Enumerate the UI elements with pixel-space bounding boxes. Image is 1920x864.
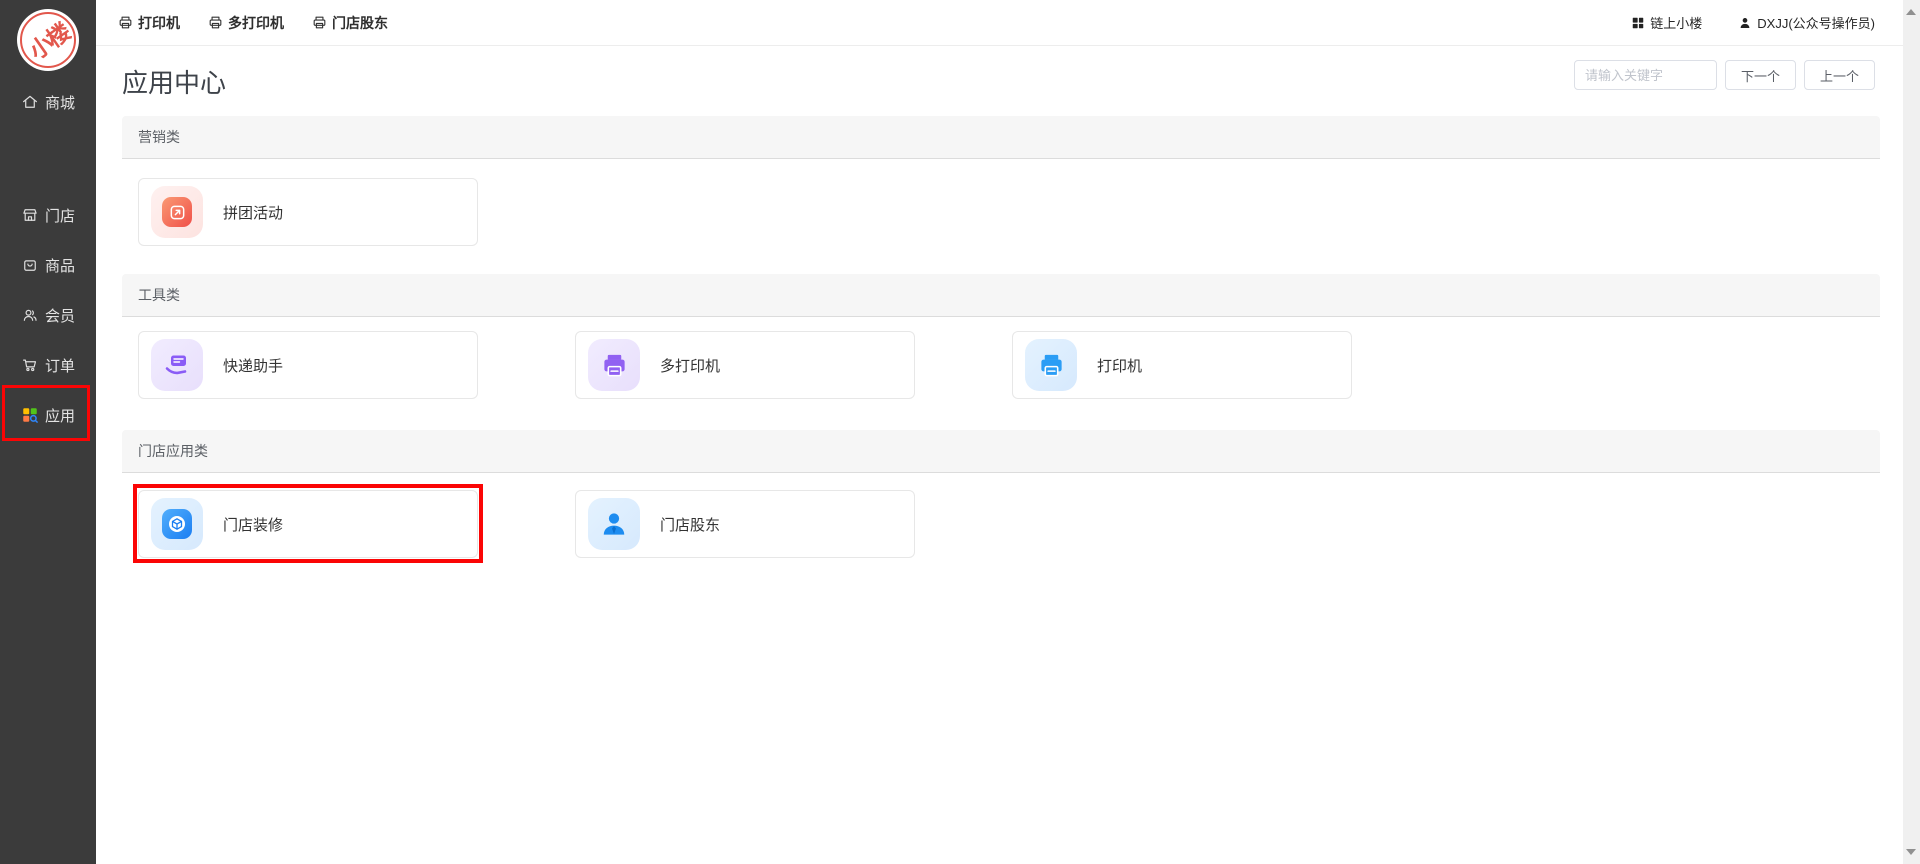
apps-grid-icon [21, 406, 39, 424]
store-icon [21, 206, 39, 224]
app-card-store-shareholder[interactable]: 门店股东 [575, 490, 915, 558]
sidebar: 小楼 商城 门店 商品 [0, 0, 96, 864]
sidebar-item-label: 会员 [45, 305, 75, 326]
app-card-label: 多打印机 [660, 355, 720, 376]
vertical-scrollbar[interactable] [1903, 0, 1920, 864]
user-menu[interactable]: DXJJ(公众号操作员) [1738, 13, 1875, 32]
sidebar-item-members[interactable]: 会员 [0, 290, 96, 340]
app-card-group-buy[interactable]: 拼团活动 [138, 178, 478, 246]
search-input[interactable] [1574, 60, 1717, 90]
prev-button[interactable]: 上一个 [1804, 60, 1875, 90]
sidebar-item-goods[interactable]: 商品 [0, 240, 96, 290]
card-row: 门店装修 门店股东 [138, 490, 1903, 558]
workspace-switcher[interactable]: 链上小楼 [1631, 13, 1702, 32]
printer-app-icon [1025, 339, 1077, 391]
app-card-label: 门店股东 [660, 514, 720, 535]
printer-icon [118, 15, 133, 30]
sidebar-item-label: 门店 [45, 205, 75, 226]
members-icon [21, 306, 39, 324]
home-icon [21, 93, 39, 111]
scroll-down-arrow-icon[interactable] [1906, 849, 1916, 855]
app-card-express-helper[interactable]: 快递助手 [138, 331, 478, 399]
printer-icon [208, 15, 223, 30]
printer-icon [312, 15, 327, 30]
sidebar-item-label: 商城 [45, 92, 75, 113]
multi-printer-icon [588, 339, 640, 391]
app-card-label: 快递助手 [223, 355, 283, 376]
app-card-label: 拼团活动 [223, 202, 283, 223]
sidebar-item-orders[interactable]: 订单 [0, 340, 96, 390]
express-helper-icon [151, 339, 203, 391]
sidebar-item-stores[interactable]: 门店 [0, 190, 96, 240]
app-card-store-decoration[interactable]: 门店装修 [138, 490, 478, 558]
user-label: DXJJ(公众号操作员) [1757, 13, 1875, 32]
shareholder-icon [588, 498, 640, 550]
sidebar-item-apps[interactable]: 应用 [0, 390, 96, 440]
tab-label: 打印机 [138, 13, 180, 33]
app-logo[interactable]: 小楼 [17, 9, 79, 71]
grid-icon [1631, 16, 1645, 30]
card-row: 快递助手 多打印机 [138, 331, 1903, 399]
app-card-label: 打印机 [1097, 355, 1142, 376]
section-header-marketing: 营销类 [122, 116, 1880, 159]
workspace-label: 链上小楼 [1650, 13, 1702, 32]
toolbar: 下一个 上一个 [1574, 60, 1875, 90]
main-area: 打印机 多打印机 门店股东 链上 [96, 0, 1903, 864]
tab-multi-printer[interactable]: 多打印机 [208, 13, 284, 33]
goods-icon [21, 256, 39, 274]
tab-printer[interactable]: 打印机 [118, 13, 180, 33]
store-decoration-icon [151, 498, 203, 550]
cart-icon [21, 356, 39, 374]
topbar-right: 链上小楼 DXJJ(公众号操作员) [1631, 13, 1875, 32]
sidebar-item-label: 应用 [45, 405, 75, 426]
topbar: 打印机 多打印机 门店股东 链上 [96, 0, 1903, 46]
scroll-up-arrow-icon[interactable] [1906, 9, 1916, 15]
section-header-store-apps: 门店应用类 [122, 430, 1880, 473]
card-row: 拼团活动 [138, 178, 1903, 246]
sidebar-item-label: 订单 [45, 355, 75, 376]
tab-label: 门店股东 [332, 13, 388, 33]
content: 应用中心 下一个 上一个 营销类 拼团活动 [96, 46, 1903, 864]
app-card-label: 门店装修 [223, 514, 283, 535]
sidebar-item-label: 商品 [45, 255, 75, 276]
next-button[interactable]: 下一个 [1725, 60, 1796, 90]
section-header-tools: 工具类 [122, 274, 1880, 317]
sidebar-group: 门店 商品 会员 订单 [0, 190, 96, 440]
logo-text: 小楼 [21, 14, 75, 66]
group-buy-icon [151, 186, 203, 238]
app-card-printer[interactable]: 打印机 [1012, 331, 1352, 399]
user-icon [1738, 16, 1752, 30]
tab-store-shareholder[interactable]: 门店股东 [312, 13, 388, 33]
app-root: 小楼 商城 门店 商品 [0, 0, 1920, 864]
app-card-multi-printer[interactable]: 多打印机 [575, 331, 915, 399]
sidebar-item-mall[interactable]: 商城 [0, 87, 96, 117]
tab-label: 多打印机 [228, 13, 284, 33]
